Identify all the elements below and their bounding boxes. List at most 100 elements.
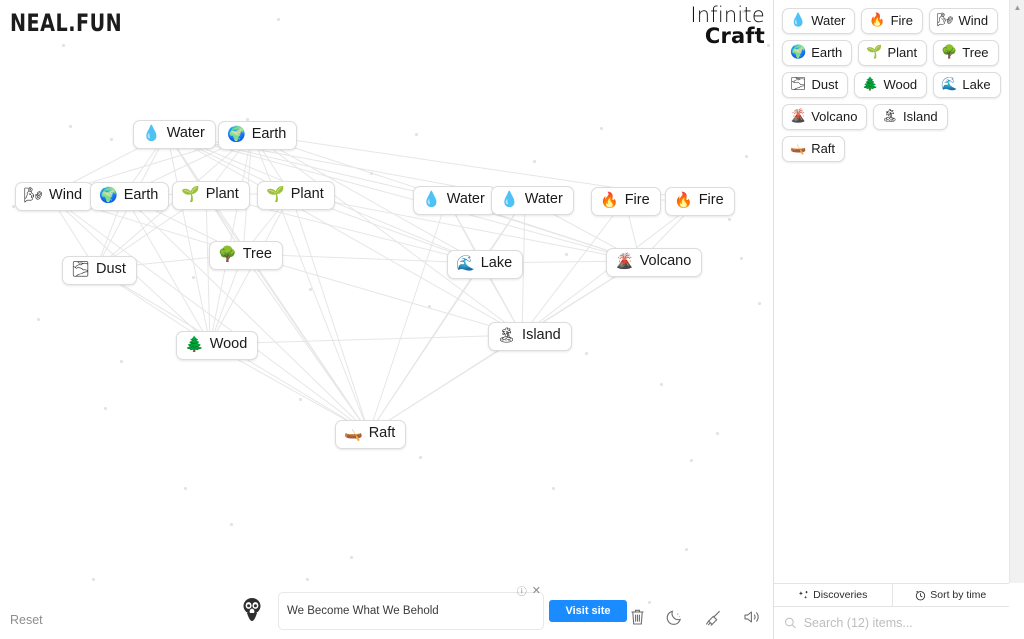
- canvas-element-label: Wood: [209, 336, 248, 352]
- dust-icon: 🌫: [71, 260, 91, 279]
- water-icon: 💧: [500, 190, 519, 209]
- scroll-up-icon[interactable]: ▲: [1010, 0, 1024, 15]
- background-speck: [92, 578, 95, 581]
- water-icon: 💧: [142, 124, 161, 143]
- canvas-element-fire[interactable]: 🔥 Fire: [665, 187, 735, 216]
- background-speck: [585, 352, 588, 355]
- background-speck: [415, 133, 418, 136]
- ad-thumbnail: [234, 593, 270, 629]
- reset-button[interactable]: Reset: [10, 613, 43, 627]
- tab-sort-by-time[interactable]: Sort by time: [891, 584, 1010, 606]
- sidebar-tabs: Discoveries Sort by time: [774, 583, 1009, 606]
- canvas-element-label: Lake: [480, 255, 513, 271]
- moon-icon[interactable]: [665, 607, 685, 627]
- sidebar-item-wind[interactable]: 🌬 Wind: [928, 8, 999, 34]
- background-speck: [104, 407, 107, 410]
- sidebar-item-water[interactable]: 💧 Water: [782, 8, 856, 34]
- sidebar-item-label: Lake: [962, 77, 991, 92]
- canvas-element-earth[interactable]: 🌍 Earth: [90, 182, 170, 211]
- canvas-element-label: Tree: [242, 246, 272, 262]
- sidebar-item-label: Raft: [811, 141, 836, 156]
- lake-icon: 🌊: [941, 77, 958, 92]
- ad-info-icon[interactable]: ⓘ: [517, 583, 527, 598]
- background-speck: [716, 432, 719, 435]
- island-icon: 🏝: [497, 326, 517, 345]
- neal-fun-wordmark[interactable]: NEAL.FUN: [10, 8, 122, 37]
- background-speck: [428, 305, 431, 308]
- background-speck: [740, 257, 743, 260]
- sidebar-item-label: Dust: [811, 77, 839, 92]
- background-speck: [745, 155, 748, 158]
- canvas-element-label: Fire: [698, 192, 724, 208]
- canvas-element-wind[interactable]: 🌬 Wind: [15, 182, 94, 211]
- sidebar-item-lake[interactable]: 🌊 Lake: [933, 72, 1001, 98]
- background-speck: [299, 398, 302, 401]
- background-speck: [533, 160, 536, 163]
- clock-icon: [916, 590, 926, 600]
- tab-sort-by-time-label: Sort by time: [930, 589, 987, 601]
- canvas-element-tree[interactable]: 🌳 Tree: [209, 241, 283, 270]
- sidebar-item-dust[interactable]: 🌫 Dust: [782, 72, 849, 98]
- canvas-element-label: Dust: [96, 261, 126, 277]
- sidebar-item-fire[interactable]: 🔥 Fire: [861, 8, 923, 34]
- sidebar-scroll-area[interactable]: 💧 Water 🔥 Fire 🌬 Wind 🌍 Earth 🌱 Plant 🌳 Tree 🌫 Dust 🌲 W…: [774, 0, 1024, 583]
- ad-banner[interactable]: We Become What We Behold ⓘ ✕ Visit site: [228, 585, 627, 634]
- sidebar-item-wood[interactable]: 🌲 Wood: [854, 72, 928, 98]
- canvas-element-label: Plant: [290, 186, 324, 202]
- background-speck: [419, 456, 422, 459]
- game-title: Infinite Craft: [690, 3, 765, 48]
- volcano-icon: 🌋: [790, 109, 807, 124]
- canvas-element-label: Earth: [251, 126, 287, 142]
- sidebar-item-plant[interactable]: 🌱 Plant: [858, 40, 928, 66]
- background-speck: [37, 318, 40, 321]
- sidebar-scrollbar[interactable]: ▲ ▼: [1009, 0, 1024, 583]
- ad-close-icon[interactable]: ✕: [532, 584, 541, 597]
- canvas-element-lake[interactable]: 🌊 Lake: [447, 250, 524, 279]
- canvas-element-earth[interactable]: 🌍 Earth: [218, 121, 298, 150]
- sidebar-search-row[interactable]: [774, 606, 1009, 639]
- canvas-element-fire[interactable]: 🔥 Fire: [591, 187, 661, 216]
- sidebar-item-tree[interactable]: 🌳 Tree: [933, 40, 999, 66]
- broom-icon[interactable]: [703, 607, 723, 627]
- canvas-element-plant[interactable]: 🌱 Plant: [172, 181, 250, 210]
- tab-discoveries[interactable]: Discoveries: [774, 584, 892, 606]
- canvas-element-label: Volcano: [639, 253, 692, 269]
- background-speck: [69, 125, 72, 128]
- canvas-element-wood[interactable]: 🌲 Wood: [176, 331, 259, 360]
- earth-icon: 🌍: [790, 45, 807, 60]
- canvas-element-volcano[interactable]: 🌋 Volcano: [606, 248, 703, 277]
- trash-icon[interactable]: [627, 607, 647, 627]
- game-title-line1: Infinite: [690, 3, 765, 27]
- canvas-element-raft[interactable]: 🛶 Raft: [335, 420, 407, 449]
- sidebar-item-label: Water: [811, 13, 846, 28]
- dust-icon: 🌫: [790, 77, 807, 92]
- canvas-element-dust[interactable]: 🌫 Dust: [62, 256, 137, 285]
- canvas-element-water[interactable]: 💧 Water: [133, 120, 216, 149]
- fire-icon: 🔥: [600, 191, 619, 210]
- crafting-canvas[interactable]: NEAL.FUN Infinite Craft 💧 Water 🌍 Earth 🌬 Win…: [0, 0, 773, 639]
- sidebar-item-volcano[interactable]: 🌋 Volcano: [782, 104, 868, 130]
- background-speck: [370, 172, 373, 175]
- canvas-element-label: Wind: [49, 187, 83, 203]
- canvas-element-island[interactable]: 🏝 Island: [488, 322, 572, 351]
- canvas-toolbar: [627, 607, 761, 627]
- sidebar-item-label: Earth: [811, 45, 843, 60]
- canvas-element-water[interactable]: 💧 Water: [491, 186, 574, 215]
- background-speck: [648, 601, 651, 604]
- ad-controls: ⓘ ✕: [517, 583, 541, 598]
- sidebar-item-earth[interactable]: 🌍 Earth: [782, 40, 853, 66]
- background-speck: [767, 44, 770, 47]
- ad-visit-site-button[interactable]: Visit site: [549, 600, 627, 622]
- sound-icon[interactable]: [741, 607, 761, 627]
- sidebar-item-raft[interactable]: 🛶 Raft: [782, 136, 846, 162]
- earth-icon: 🌍: [227, 125, 246, 144]
- wood-icon: 🌲: [862, 77, 879, 92]
- background-speck: [350, 556, 353, 559]
- canvas-element-water[interactable]: 💧 Water: [413, 186, 496, 215]
- canvas-element-label: Water: [524, 191, 563, 207]
- canvas-element-plant[interactable]: 🌱 Plant: [257, 181, 335, 210]
- search-input[interactable]: [803, 616, 999, 630]
- canvas-element-label: Water: [446, 191, 485, 207]
- sidebar-item-island[interactable]: 🏝 Island: [873, 104, 948, 130]
- tab-discoveries-label: Discoveries: [813, 589, 868, 601]
